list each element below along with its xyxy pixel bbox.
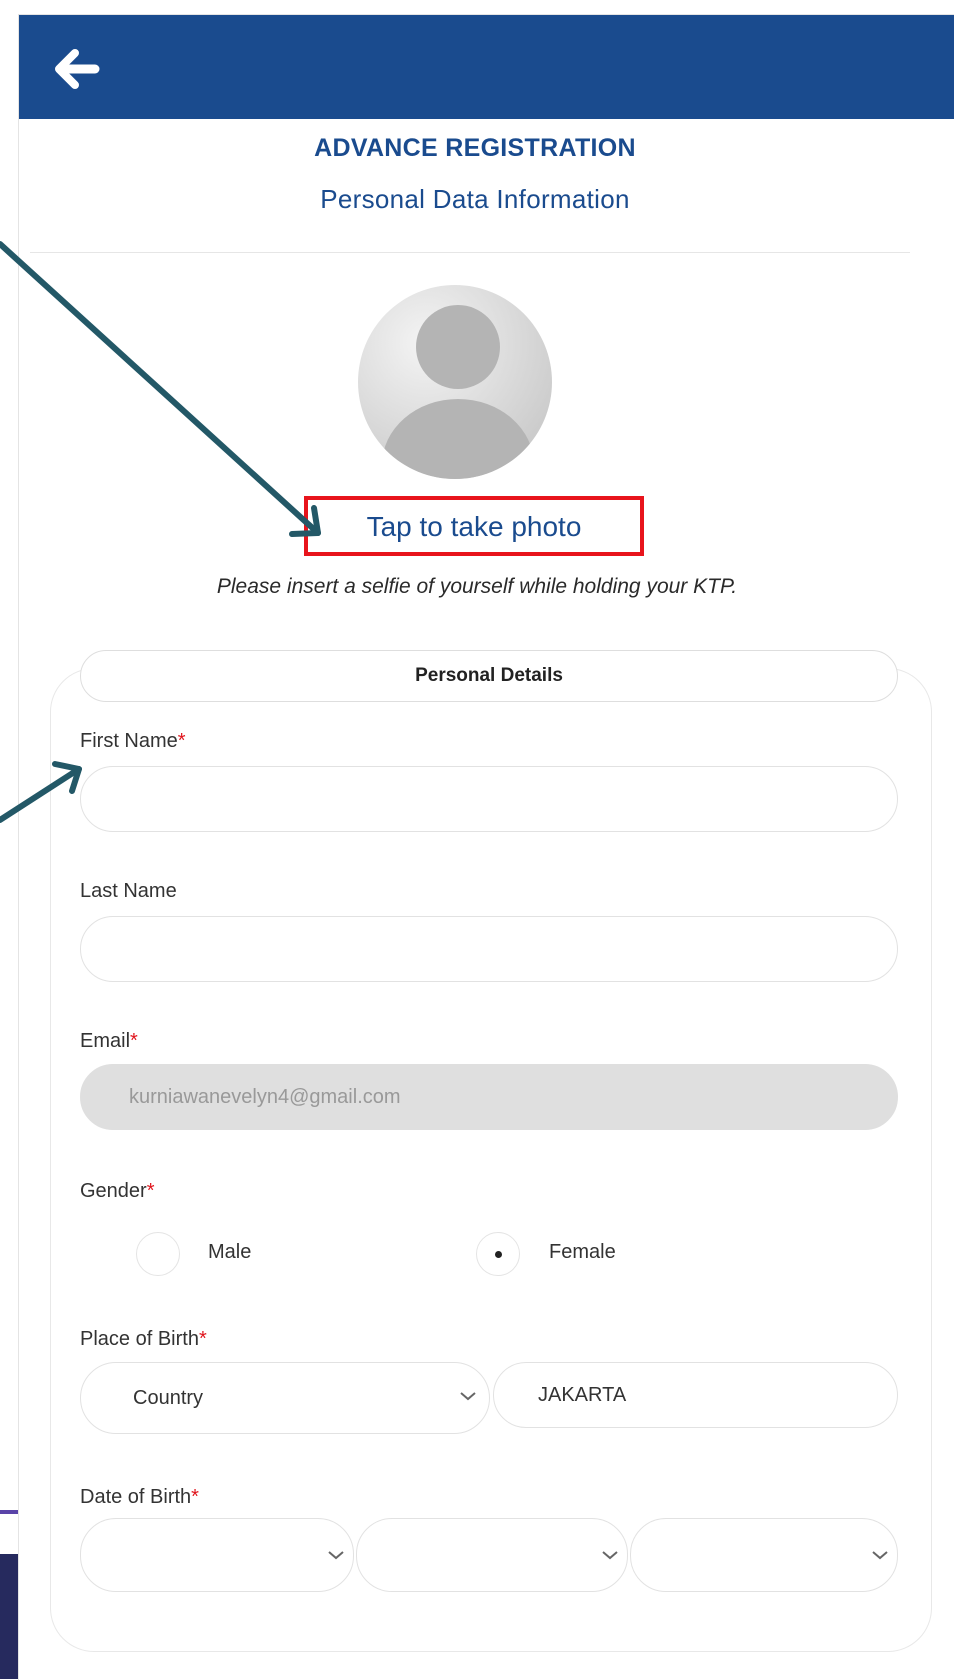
date-of-birth-label: Date of Birth* (80, 1486, 199, 1509)
email-input[interactable] (80, 1064, 898, 1130)
first-name-label: First Name* (80, 730, 186, 753)
last-name-input[interactable] (80, 916, 898, 982)
left-edge-block (0, 1554, 18, 1679)
place-of-birth-label: Place of Birth* (80, 1328, 207, 1351)
gender-label: Gender* (80, 1180, 155, 1203)
required-marker: * (198, 1328, 207, 1350)
required-marker: * (146, 1180, 155, 1202)
profile-photo[interactable] (358, 285, 552, 479)
email-label-text: Email (80, 1030, 131, 1052)
personal-details-heading: Personal Details (80, 650, 898, 702)
last-name-label: Last Name (80, 880, 177, 902)
gender-female-radio[interactable] (476, 1232, 520, 1276)
birth-year-select[interactable] (630, 1518, 898, 1592)
back-button[interactable] (53, 49, 101, 89)
email-label: Email* (80, 1030, 138, 1053)
country-select-value: Country (133, 1387, 204, 1409)
selfie-instructions: Please insert a selfie of yourself while… (216, 575, 738, 598)
page-subtitle: Personal Data Information (320, 184, 630, 214)
chevron-down-icon (460, 1392, 476, 1401)
required-marker: * (130, 1030, 138, 1052)
birth-month-select[interactable] (356, 1518, 628, 1592)
left-edge-line (0, 1510, 18, 1514)
radio-selected-dot (495, 1251, 502, 1258)
city-input-value: JAKARTA (538, 1384, 627, 1406)
chevron-down-icon (872, 1551, 888, 1560)
gender-label-text: Gender (80, 1180, 147, 1202)
gender-male-label[interactable]: Male (208, 1241, 251, 1264)
city-input[interactable]: JAKARTA (493, 1362, 898, 1428)
gender-male-radio[interactable] (136, 1232, 180, 1276)
gender-female-label[interactable]: Female (549, 1241, 616, 1264)
header-divider (30, 252, 910, 253)
arrow-left-icon (55, 49, 100, 89)
take-photo-button[interactable]: Tap to take photo (304, 496, 644, 556)
place-of-birth-label-text: Place of Birth (80, 1328, 199, 1350)
first-name-label-text: First Name (80, 730, 178, 752)
chevron-down-icon (602, 1551, 618, 1560)
required-marker: * (177, 730, 186, 752)
user-avatar-icon (358, 285, 552, 479)
top-app-bar (19, 15, 954, 119)
first-name-input[interactable] (80, 766, 898, 832)
chevron-down-icon (328, 1551, 344, 1560)
required-marker: * (191, 1486, 199, 1508)
birth-day-select[interactable] (80, 1518, 354, 1592)
date-of-birth-label-text: Date of Birth (80, 1486, 192, 1508)
country-select[interactable]: Country (80, 1362, 490, 1434)
page-title: ADVANCE REGISTRATION (314, 134, 636, 162)
